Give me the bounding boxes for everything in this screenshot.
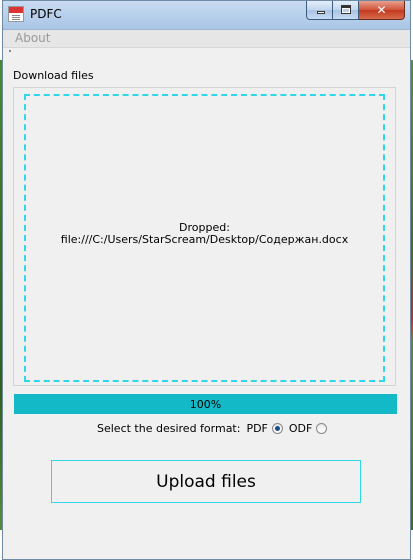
format-odf-label[interactable]: ODF (289, 422, 312, 435)
menu-divider (3, 47, 410, 48)
upload-files-button[interactable]: Upload files (51, 460, 361, 503)
format-odf-radio[interactable] (316, 422, 328, 434)
menu-item-about[interactable]: About (15, 31, 50, 45)
title-bar[interactable]: PDFC (3, 1, 410, 30)
toolbar-grip (9, 50, 11, 52)
close-button[interactable] (359, 1, 405, 20)
format-selector: Select the desired format: PDF ODF (97, 421, 328, 435)
format-pdf-label[interactable]: PDF (246, 422, 267, 435)
minimize-button[interactable] (306, 1, 333, 20)
dropped-file-path: file:///C:/Users/StarScream/Desktop/Соде… (60, 233, 349, 246)
app-icon (8, 6, 24, 22)
upload-progress-bar: 100% (14, 394, 397, 414)
drop-zone[interactable]: Dropped: file:///C:/Users/StarScream/Des… (24, 94, 385, 382)
drop-status: Dropped: file:///C:/Users/StarScream/Des… (26, 222, 383, 246)
progress-text: 100% (189, 398, 222, 411)
maximize-button[interactable] (333, 1, 359, 20)
menu-bar: About (3, 30, 410, 48)
download-files-label: Download files (13, 69, 94, 82)
window-title: PDFC (30, 7, 62, 21)
window-controls (306, 1, 405, 21)
format-pdf-radio[interactable] (271, 422, 283, 434)
format-prompt: Select the desired format: (97, 421, 241, 435)
